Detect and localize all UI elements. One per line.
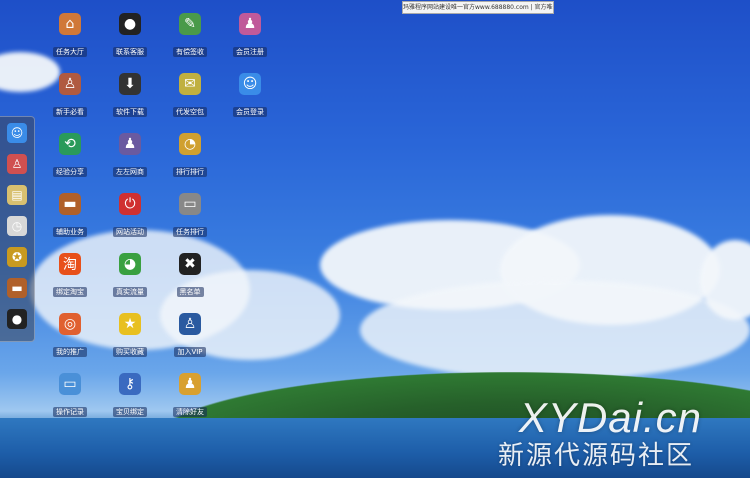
desktop-item-label: 网站活动	[113, 227, 147, 237]
desktop-item-label: 联系客服	[113, 47, 147, 57]
desktop-item[interactable]: ♙ 加入VIP	[162, 313, 218, 358]
penguin-icon: ●	[7, 308, 27, 329]
share-icon: ⟲	[59, 133, 81, 155]
desktop-item-label: 软件下载	[113, 107, 147, 117]
smile-icon: ☺	[7, 122, 27, 143]
desktop-item-label: 我的推广	[53, 347, 87, 357]
desktop-item[interactable]: ⟲ 经验分享	[42, 133, 98, 178]
clipboard-icon: ▤	[7, 184, 27, 205]
desktop-item-label: 任务排行	[173, 227, 207, 237]
desktop-item-label: 真实流量	[113, 287, 147, 297]
chart-pie-icon: ◔	[179, 133, 201, 155]
taobao-icon: 淘	[59, 253, 81, 275]
power-icon: ⏻	[119, 193, 141, 215]
cloud	[360, 280, 750, 380]
desktop-item-label: 任务大厅	[53, 47, 87, 57]
desktop-item[interactable]: ✖ 黑名单	[162, 253, 218, 298]
desktop-item[interactable]: ♟ 清除好友	[162, 373, 218, 418]
desktop-item[interactable]: ◕ 真实流量	[102, 253, 158, 298]
desktop-item[interactable]: ♟ 左左网商	[102, 133, 158, 178]
desktop-item[interactable]: ✎ 有偿签收	[162, 13, 218, 58]
desktop-item[interactable]: ♟ 会员注册	[222, 13, 278, 58]
desktop-item-label: 会员登录	[233, 107, 267, 117]
lifebuoy-icon: ◎	[59, 313, 81, 335]
pie-icon: ◕	[119, 253, 141, 275]
desktop-item[interactable]: ◔ 排行排行	[162, 133, 218, 178]
desktop-item-label: 代发空包	[173, 107, 207, 117]
desktop-item[interactable]: ▬ 辅助业务	[42, 193, 98, 238]
briefcase-icon: ▬	[59, 193, 81, 215]
desktop-item[interactable]: ⌂ 任务大厅	[42, 13, 98, 58]
left-dock: ☺ ♙ ▤ ◷ ✪ ▬ ●	[0, 116, 35, 342]
dock-item-briefcase[interactable]: ▬	[0, 272, 34, 303]
desktop-item-label: 黑名单	[176, 287, 204, 297]
desktop-item-label: 加入VIP	[174, 347, 206, 357]
desktop-item-label: 购买收藏	[113, 347, 147, 357]
desktop-item-label: 会员注册	[233, 47, 267, 57]
person-icon: ♙	[7, 153, 27, 174]
edit-icon: ✎	[179, 13, 201, 35]
desktop-item[interactable]: ▭ 任务排行	[162, 193, 218, 238]
desktop-item-label: 新手必看	[53, 107, 87, 117]
users-icon: ♟	[239, 13, 261, 35]
desktop-item[interactable]: ● 联系客服	[102, 13, 158, 58]
briefcase-icon: ▬	[7, 277, 27, 298]
house-icon: ⌂	[59, 13, 81, 35]
desktop-item-label: 有偿签收	[173, 47, 207, 57]
mascot-icon: ✖	[179, 253, 201, 275]
desktop-item-label: 左左网商	[113, 167, 147, 177]
desktop-item-label: 操作记录	[53, 407, 87, 417]
desktop-item[interactable]: ⬇ 软件下载	[102, 73, 158, 118]
desktop-item-label: 绑定淘宝	[53, 287, 87, 297]
dock-item-penguin[interactable]: ●	[0, 303, 34, 334]
desktop-item-label: 清除好友	[173, 407, 207, 417]
star-icon: ★	[119, 313, 141, 335]
people-icon: ♟	[119, 133, 141, 155]
clock-icon: ◷	[7, 215, 27, 236]
user-key-icon: ⚷	[119, 373, 141, 395]
vip-user-icon: ♙	[179, 313, 201, 335]
desktop-item[interactable]: ★ 购买收藏	[102, 313, 158, 358]
team-icon: ♟	[179, 373, 201, 395]
dock-item-smile[interactable]: ☺	[0, 117, 34, 148]
monitor-icon: ▭	[59, 373, 81, 395]
download-icon: ⬇	[119, 73, 141, 95]
smile-icon: ☺	[239, 73, 261, 95]
desktop-item[interactable]: ◎ 我的推广	[42, 313, 98, 358]
desktop-item[interactable]: ⏻ 网站活动	[102, 193, 158, 238]
badge-icon: ✪	[7, 246, 27, 267]
desktop-item-label: 经验分享	[53, 167, 87, 177]
dock-item-clock[interactable]: ◷	[0, 210, 34, 241]
top-notice-bar[interactable]: 玛雅程序网站建设唯一官方www.688880.com | 官方唯一	[402, 1, 554, 14]
desktop-item-label: 排行排行	[173, 167, 207, 177]
penguin-icon: ●	[119, 13, 141, 35]
desktop-item[interactable]: ▭ 操作记录	[42, 373, 98, 418]
desktop-item[interactable]: ♙ 新手必看	[42, 73, 98, 118]
desktop-item[interactable]: ☺ 会员登录	[222, 73, 278, 118]
package-icon: ✉	[179, 73, 201, 95]
desktop-item-label: 宝贝绑定	[113, 407, 147, 417]
desktop-item-label: 辅助业务	[53, 227, 87, 237]
dock-item-clipboard[interactable]: ▤	[0, 179, 34, 210]
monitor-icon: ▭	[179, 193, 201, 215]
dock-item-badge[interactable]: ✪	[0, 241, 34, 272]
watermark-subtitle: 新源代源码社区	[497, 441, 694, 471]
desktop-item[interactable]: ⚷ 宝贝绑定	[102, 373, 158, 418]
desktop-item[interactable]: 淘绑定淘宝	[42, 253, 98, 298]
dock-item-person[interactable]: ♙	[0, 148, 34, 179]
desktop-item[interactable]: ✉ 代发空包	[162, 73, 218, 118]
user-icon: ♙	[59, 73, 81, 95]
